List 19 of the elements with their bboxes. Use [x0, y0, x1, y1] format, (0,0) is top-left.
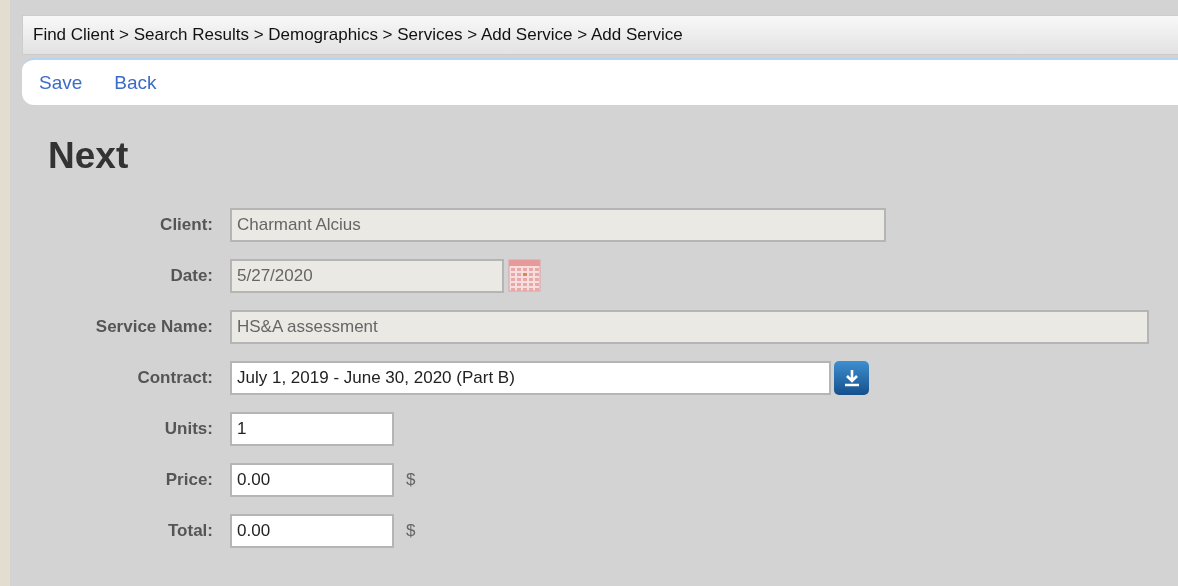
input-field[interactable]: 0.00 — [230, 462, 394, 497]
field-label: Contract: — [136, 367, 214, 388]
breadcrumb-bar: Find Client > Search Results > Demographics > Services > Add Service > Add Service — [22, 15, 1178, 55]
input-field[interactable]: 0.00 — [230, 513, 394, 548]
field-label: Client: — [159, 214, 214, 235]
contract-field[interactable]: July 1, 2019 - June 30, 2020 (Part B) — [230, 360, 831, 395]
download-arrow-icon — [843, 368, 860, 387]
field-label: Price: — [164, 469, 214, 490]
page-heading: Next — [48, 135, 130, 177]
dropdown-button[interactable] — [834, 360, 869, 395]
toolbar-link[interactable]: Save — [39, 71, 83, 94]
toolbar-link[interactable]: Back — [114, 71, 157, 94]
input-field[interactable]: 1 — [230, 411, 394, 446]
currency-symbol: $ — [406, 520, 416, 541]
currency-symbol: $ — [406, 469, 416, 490]
field-label: Units: — [163, 418, 214, 439]
field-label: Date: — [169, 265, 214, 286]
field-label: Service Name: — [94, 316, 214, 337]
field-label: Total: — [167, 520, 214, 541]
